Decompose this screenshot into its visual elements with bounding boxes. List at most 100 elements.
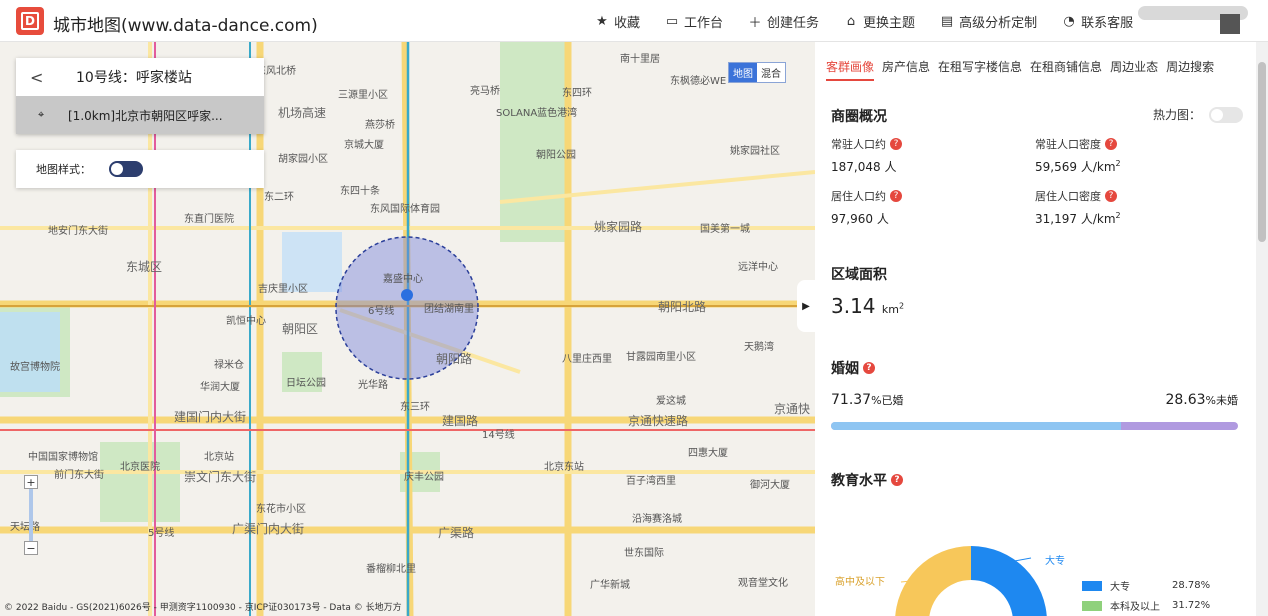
map-label: 爱这城 <box>656 396 686 407</box>
map-label: 嘉盛中心 <box>383 274 423 285</box>
marriage-bar <box>831 422 1238 430</box>
stat-unit: 人/km <box>1080 160 1116 174</box>
scrollbar-thumb[interactable] <box>1258 62 1266 242</box>
help-icon[interactable]: ? <box>1105 190 1117 202</box>
back-icon[interactable]: < <box>30 68 44 87</box>
heatmap-label: 热力图： <box>1153 108 1202 122</box>
overview-title: 商圈概况 <box>831 109 887 125</box>
heatmap-toggle[interactable] <box>1209 106 1244 123</box>
living-density-value: 31,197 人/km2 <box>1035 211 1121 226</box>
location-pin-icon <box>401 289 413 301</box>
map-label: 崇文门东大街 <box>184 470 257 484</box>
collapse-panel-button[interactable]: ▶ <box>797 280 815 332</box>
panel-tabs: 客群画像 房产信息 在租写字楼信息 在租商铺信息 周边业态 周边搜索 <box>826 58 1222 81</box>
headset-icon: ◔ <box>1063 14 1075 29</box>
map-label: 广华新城 <box>590 580 630 591</box>
legend-name: 本科及以上 <box>1110 602 1160 613</box>
stat-label-text: 常驻人口密度 <box>1035 138 1101 151</box>
map-label: 世东国际 <box>624 548 664 559</box>
logo-letter: D <box>21 12 39 30</box>
zoom-slider[interactable] <box>29 489 33 541</box>
nav-workbench[interactable]: ▭ 工作台 <box>664 12 723 31</box>
app-logo[interactable]: D <box>16 7 44 35</box>
legend-pct: 28.78% <box>1172 580 1211 591</box>
nav-label: 创建任务 <box>767 16 820 31</box>
map-type-map-button[interactable]: 地图 <box>729 63 757 82</box>
map-label: 京通快 <box>774 402 811 416</box>
legend-swatch <box>1082 580 1102 591</box>
route-address[interactable]: ⌖ [1.0km]北京市朝阳区呼家... <box>16 96 264 134</box>
nav-contact-support[interactable]: ◔ 联系客服 <box>1061 12 1133 31</box>
marriage-stats: 71.37%已婚 28.63%未婚 <box>831 392 1238 408</box>
nav-label: 工作台 <box>684 16 724 31</box>
tab-property-info[interactable]: 房产信息 <box>882 58 930 81</box>
tab-shop-rental[interactable]: 在租商铺信息 <box>1030 58 1102 81</box>
user-avatar[interactable] <box>1220 14 1240 34</box>
triangle-right-icon: ▶ <box>802 300 810 312</box>
tab-office-rental[interactable]: 在租写字楼信息 <box>938 58 1022 81</box>
help-icon[interactable]: ? <box>1105 138 1117 150</box>
park-area <box>100 442 180 522</box>
donut-segment-college <box>971 546 1047 616</box>
top-nav: ★ 收藏 ▭ 工作台 ＋ 创建任务 ⌂ 更换主题 ▤ 高级分析定制 ◔ 联系客服 <box>594 12 1157 31</box>
map-label: 日坛公园 <box>286 378 326 389</box>
map-label: 御河大厦 <box>750 480 790 491</box>
legend-name: 大专 <box>1110 582 1130 593</box>
map-label: 东城区 <box>126 260 163 274</box>
stat-label-text: 居住人口密度 <box>1035 190 1101 203</box>
tab-nearby-business[interactable]: 周边业态 <box>1110 58 1158 81</box>
map-style-label: 地图样式： <box>36 163 91 176</box>
map-label: 沿海赛洛城 <box>632 514 682 525</box>
map-label: 京通快速路 <box>628 414 689 428</box>
nav-create-task[interactable]: ＋ 创建任务 <box>747 12 820 31</box>
nav-advanced-analysis[interactable]: ▤ 高级分析定制 <box>939 12 1037 31</box>
zoom-in-button[interactable]: + <box>24 475 38 489</box>
map-label: 6号线 <box>368 306 395 317</box>
resident-density-value: 59,569 人/km2 <box>1035 159 1121 174</box>
nav-label: 联系客服 <box>1081 16 1134 31</box>
map-canvas[interactable]: 三源里小区 燕莎桥 京城大厦 东风北桥 南十里居 亮马桥 SOLANA蓝色港湾 … <box>0 42 815 616</box>
married-pct: 71.37 <box>831 392 872 408</box>
tab-customer-profile[interactable]: 客群画像 <box>826 58 875 81</box>
help-icon[interactable]: ? <box>891 474 903 486</box>
map-label: 故宫博物院 <box>10 362 60 373</box>
map-label: 南十里居 <box>620 54 660 65</box>
map-label: 5号线 <box>148 528 175 539</box>
map-label: 建国门内大街 <box>174 410 247 424</box>
map-label: 光华路 <box>358 380 388 391</box>
help-icon[interactable]: ? <box>890 138 902 150</box>
help-icon[interactable]: ? <box>863 362 875 374</box>
tab-nearby-search[interactable]: 周边搜索 <box>1166 58 1214 81</box>
map-label: 东三环 <box>400 402 430 413</box>
map-type-hybrid-button[interactable]: 混合 <box>757 63 785 82</box>
stat-number: 59,569 <box>1035 160 1077 174</box>
map-label: 东四环 <box>562 88 592 99</box>
star-icon: ★ <box>596 14 608 29</box>
living-pop-label: 居住人口约? <box>831 188 902 204</box>
area-unit: km <box>881 303 899 316</box>
map-label: 甘露园南里小区 <box>626 352 696 363</box>
info-panel: 客群画像 房产信息 在租写字楼信息 在租商铺信息 周边业态 周边搜索 商圈概况 … <box>815 42 1268 616</box>
legend-pct: 31.72% <box>1172 600 1211 611</box>
map-label: 14号线 <box>482 430 515 441</box>
route-header: < 10号线：呼家楼站 <box>16 58 264 96</box>
map-type-switch: 地图 混合 <box>728 62 786 83</box>
stat-number: 187,048 <box>831 160 881 174</box>
help-icon[interactable]: ? <box>890 190 902 202</box>
map-label: 朝阳区 <box>282 322 319 336</box>
legend-item: 本科及以上 31.72% <box>1082 598 1210 613</box>
nav-label: 更换主题 <box>863 16 916 31</box>
nav-change-theme[interactable]: ⌂ 更换主题 <box>843 12 915 31</box>
map-label: 东枫德必WE <box>670 76 727 87</box>
zoom-out-button[interactable]: − <box>24 541 38 555</box>
map-label: 朝阳公园 <box>536 150 576 161</box>
nav-favorites[interactable]: ★ 收藏 <box>594 12 640 31</box>
map-label: 东四十条 <box>340 186 380 197</box>
map-label: 机场高速 <box>278 106 327 120</box>
map-label: 朝阳北路 <box>658 300 707 314</box>
panel-scrollbar[interactable] <box>1256 42 1268 616</box>
stat-number: 31,197 <box>1035 212 1077 226</box>
map-label: 燕莎桥 <box>365 120 395 131</box>
route-card: < 10号线：呼家楼站 ⌖ [1.0km]北京市朝阳区呼家... <box>16 58 264 134</box>
map-style-toggle[interactable] <box>109 161 143 177</box>
